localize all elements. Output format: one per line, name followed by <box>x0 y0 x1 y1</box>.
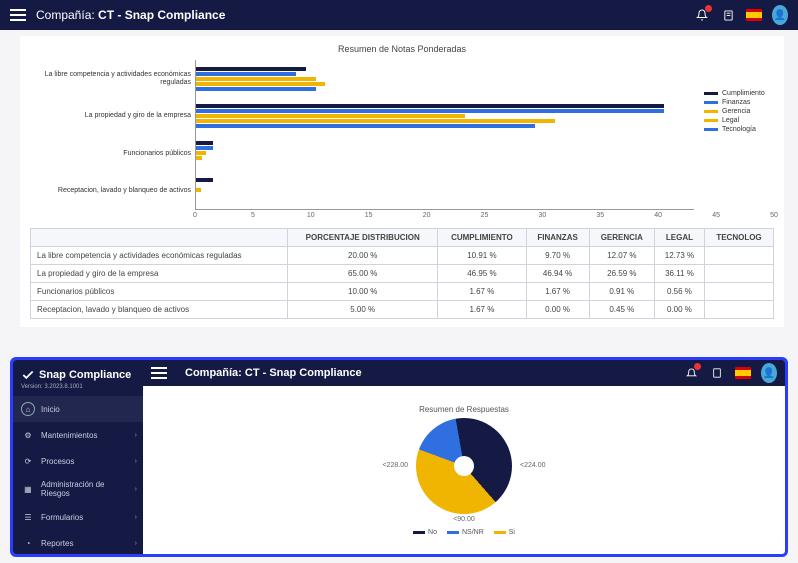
app-version: Version: 3.2023.8.1001 <box>13 384 143 396</box>
sidebar: Snap Compliance Version: 3.2023.8.1001 ⌂… <box>13 360 143 554</box>
table-row: Funcionarios públicos10.00 %1.67 %1.67 %… <box>31 283 774 301</box>
top-header: Compañía: CT - Snap Compliance 👤 <box>0 0 798 30</box>
chart-icon: ◔ <box>21 536 35 550</box>
pie-value-left: <228.00 <box>383 462 409 469</box>
bar-segment <box>196 87 316 91</box>
sidebar-item-label: Mantenimientos <box>41 431 97 440</box>
user-avatar[interactable]: 👤 <box>761 365 777 381</box>
table-row: Receptacion, lavado y blanqueo de activo… <box>31 301 774 319</box>
table-header <box>31 229 288 247</box>
sidebar-item-mantenimientos[interactable]: ⚙ Mantenimientos › <box>13 422 143 448</box>
bar-y-labels: La libre competencia y actividades econó… <box>30 60 195 210</box>
data-table: PORCENTAJE DISTRIBUCIONCUMPLIMIENTOFINAN… <box>30 228 774 319</box>
legend-item: Finanzas <box>704 99 774 106</box>
form-icon: ☰ <box>21 510 35 524</box>
sidebar-item-reportes[interactable]: ◔ Reportes › <box>13 530 143 556</box>
page-title: Compañía: CT - Snap Compliance <box>36 8 225 22</box>
sidebar-item-label: Formularios <box>41 513 83 522</box>
table-header: PORCENTAJE DISTRIBUCION <box>288 229 438 247</box>
report-panel: Resumen de Notas Ponderadas La libre com… <box>20 36 784 327</box>
menu-toggle-icon[interactable] <box>10 9 26 21</box>
document-icon[interactable] <box>709 365 725 381</box>
bar-segment <box>196 188 201 192</box>
sidebar-item-label: Procesos <box>41 457 74 466</box>
sidebar-item-formularios[interactable]: ☰ Formularios › <box>13 504 143 530</box>
window2-title: Compañía: CT - Snap Compliance <box>185 367 362 379</box>
table-header: LEGAL <box>654 229 704 247</box>
bell-icon[interactable] <box>683 365 699 381</box>
company-name: CT - Snap Compliance <box>98 8 225 22</box>
sidebar-item-procesos[interactable]: ⟳ Procesos › <box>13 448 143 474</box>
flag-es-icon[interactable] <box>746 7 762 23</box>
bar-segment <box>196 141 213 145</box>
bar-segment <box>196 104 664 108</box>
bar-segment <box>196 72 296 76</box>
sidebar-item-label: Reportes <box>41 539 73 548</box>
bar-segment <box>196 67 306 71</box>
sliders-icon: ⚙ <box>21 428 35 442</box>
document-icon[interactable] <box>720 7 736 23</box>
bar-x-axis: 05101520253035404550 <box>195 210 774 224</box>
bell-icon[interactable] <box>694 7 710 23</box>
bar-segment <box>196 82 325 86</box>
pie-value-right: <224.00 <box>520 462 546 469</box>
chevron-right-icon: › <box>135 540 137 547</box>
table-row: La libre competencia y actividades econó… <box>31 247 774 265</box>
user-avatar[interactable]: 👤 <box>772 7 788 23</box>
pie-chart-title: Resumen de Respuestas <box>419 405 509 414</box>
bar-segment <box>196 109 664 113</box>
table-header: GERENCIA <box>589 229 654 247</box>
menu-toggle-icon[interactable] <box>151 367 167 379</box>
bar-segment <box>196 119 555 123</box>
bar-chart <box>195 60 694 210</box>
sidebar-item-administración-de-riesgos[interactable]: ▦ Administración de Riesgos› <box>13 474 143 504</box>
clipboard-icon: ▦ <box>21 482 35 496</box>
bar-segment <box>196 156 202 160</box>
legend-item: Si <box>494 529 515 536</box>
table-row: La propiedad y giro de la empresa65.00 %… <box>31 265 774 283</box>
chevron-right-icon: › <box>135 514 137 521</box>
legend-item: NS/NR <box>447 529 484 536</box>
home-icon: ⌂ <box>21 402 35 416</box>
bar-segment <box>196 178 213 182</box>
app-logo: Snap Compliance <box>13 360 143 384</box>
chevron-right-icon: › <box>135 458 137 465</box>
pie-legend: No NS/NR Si <box>413 529 515 536</box>
gear-icon: ⟳ <box>21 454 35 468</box>
table-header: CUMPLIMIENTO <box>438 229 526 247</box>
table-header: TECNOLOG <box>704 229 773 247</box>
chevron-right-icon: › <box>135 432 137 439</box>
window2-header: Compañía: CT - Snap Compliance 👤 <box>143 360 785 386</box>
bar-segment <box>196 151 206 155</box>
pie-value-bottom: <90.00 <box>453 516 475 523</box>
dashboard-window: Snap Compliance Version: 3.2023.8.1001 ⌂… <box>10 357 788 557</box>
table-header: FINANZAS <box>526 229 589 247</box>
legend-item: Cumplimiento <box>704 90 774 97</box>
legend-item: Gerencia <box>704 108 774 115</box>
flag-es-icon[interactable] <box>735 365 751 381</box>
company-prefix: Compañía: <box>36 8 95 22</box>
bar-segment <box>196 77 316 81</box>
pie-chart <box>416 418 512 514</box>
bar-segment <box>196 124 535 128</box>
bar-legend: Cumplimiento Finanzas Gerencia Legal Tecnolo… <box>694 60 774 210</box>
chevron-right-icon: › <box>135 486 137 493</box>
legend-item: Legal <box>704 117 774 124</box>
legend-item: Tecnología <box>704 126 774 133</box>
sidebar-item-label: Inicio <box>41 405 60 414</box>
legend-item: No <box>413 529 437 536</box>
sidebar-item-inicio[interactable]: ⌂ Inicio <box>13 396 143 422</box>
bar-chart-title: Resumen de Notas Ponderadas <box>30 44 774 54</box>
bar-segment <box>196 114 465 118</box>
sidebar-item-configuración[interactable]: ⚙Configuración› <box>13 556 143 557</box>
bar-segment <box>196 146 213 150</box>
sidebar-item-label: Administración de Riesgos <box>41 480 135 498</box>
